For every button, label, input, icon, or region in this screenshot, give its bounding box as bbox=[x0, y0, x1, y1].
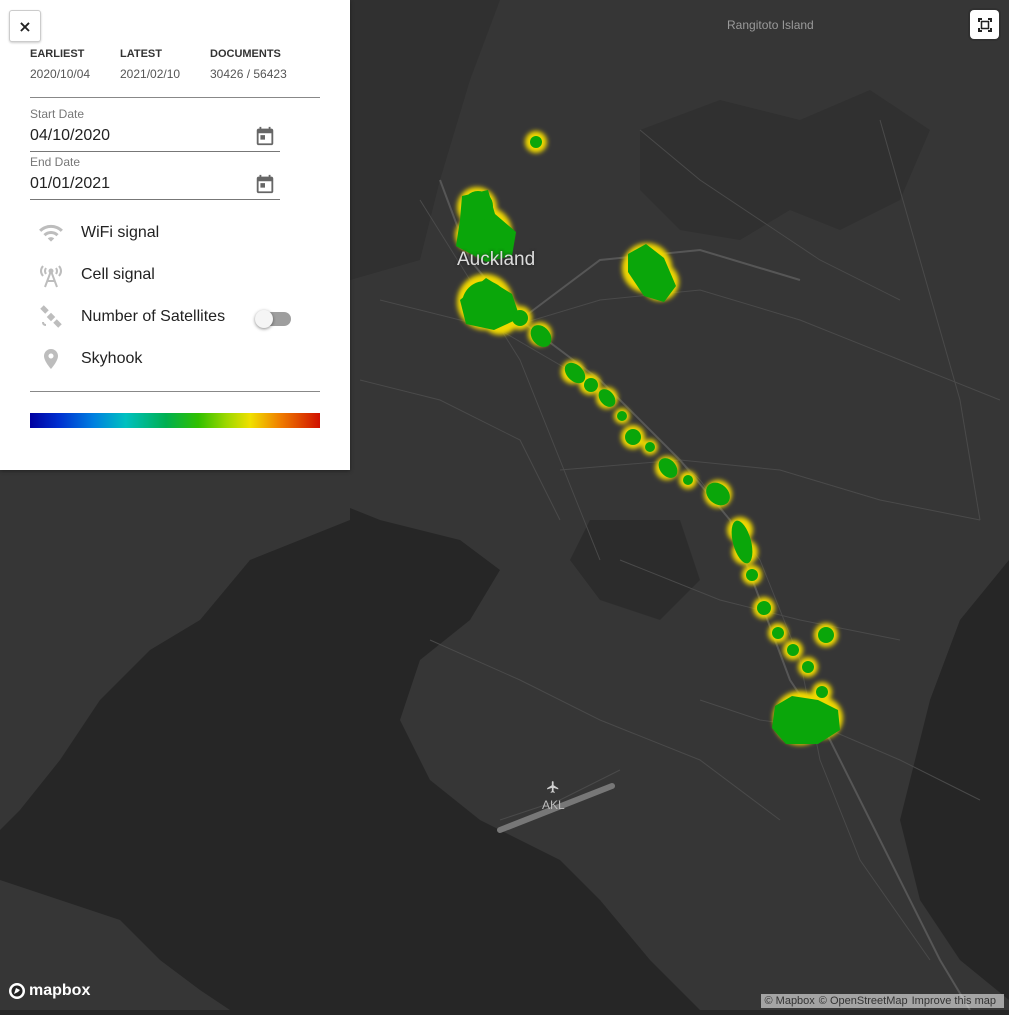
control-panel: × EARLIEST 2020/10/04 LATEST 2021/02/10 … bbox=[0, 0, 350, 470]
option-satellites-label: Number of Satellites bbox=[81, 308, 226, 325]
option-wifi[interactable]: WiFi signal bbox=[36, 218, 159, 248]
option-cell-label: Cell signal bbox=[81, 266, 155, 283]
toggle-thumb bbox=[255, 310, 273, 328]
option-skyhook-label: Skyhook bbox=[81, 350, 143, 367]
stat-documents: DOCUMENTS 30426 / 56423 bbox=[210, 48, 287, 81]
divider bbox=[30, 97, 320, 98]
heat-core bbox=[816, 686, 828, 698]
map-label-auckland: Auckland bbox=[457, 249, 536, 270]
start-date-input[interactable] bbox=[30, 127, 230, 145]
heat-core bbox=[617, 411, 627, 421]
heat-core bbox=[463, 191, 493, 221]
option-wifi-label: WiFi signal bbox=[81, 224, 160, 241]
heat-core bbox=[512, 310, 528, 326]
color-scale-legend bbox=[30, 413, 320, 428]
stat-earliest-value: 2020/10/04 bbox=[30, 67, 91, 81]
end-date-field: End Date bbox=[30, 155, 280, 200]
cell-tower-icon bbox=[40, 265, 62, 288]
divider bbox=[30, 391, 320, 392]
map-attribution: © Mapbox © OpenStreetMap Improve this map bbox=[760, 994, 1004, 1008]
satellites-toggle[interactable] bbox=[255, 310, 291, 328]
close-button[interactable]: × bbox=[9, 10, 41, 42]
map-label-airport: AKL bbox=[542, 798, 565, 812]
calendar-icon[interactable] bbox=[254, 125, 276, 147]
stat-earliest-label: EARLIEST bbox=[30, 48, 85, 60]
heat-core bbox=[645, 442, 655, 452]
option-cell[interactable]: Cell signal bbox=[36, 260, 155, 290]
heat-core bbox=[584, 378, 598, 392]
airport-icon bbox=[547, 781, 559, 793]
stat-documents-value: 30426 / 56423 bbox=[210, 67, 287, 81]
heat-core bbox=[683, 475, 693, 485]
heat-core bbox=[787, 644, 799, 656]
end-date-label: End Date bbox=[30, 155, 81, 169]
heat-core bbox=[625, 429, 641, 445]
heat-core bbox=[757, 601, 771, 615]
start-date-label: Start Date bbox=[30, 107, 85, 121]
map-label-rangitoto: Rangitoto Island bbox=[727, 18, 814, 32]
heat-core bbox=[530, 136, 542, 148]
option-skyhook[interactable]: Skyhook bbox=[36, 344, 142, 374]
mapbox-logo[interactable]: mapbox bbox=[8, 982, 90, 1000]
fullscreen-icon bbox=[977, 17, 992, 32]
stat-earliest: EARLIEST 2020/10/04 bbox=[30, 48, 90, 81]
stat-documents-label: DOCUMENTS bbox=[210, 48, 281, 60]
attribution-osm-link[interactable]: © OpenStreetMap bbox=[819, 995, 908, 1007]
attribution-improve-link[interactable]: Improve this map bbox=[912, 995, 996, 1007]
mapbox-logo-icon bbox=[9, 983, 25, 999]
option-satellites[interactable]: Number of Satellites bbox=[36, 302, 225, 332]
fullscreen-button[interactable] bbox=[970, 10, 999, 39]
start-date-field: Start Date bbox=[30, 107, 280, 152]
stat-latest: LATEST 2021/02/10 bbox=[120, 48, 180, 81]
end-date-input[interactable] bbox=[30, 175, 230, 193]
mapbox-logo-text: mapbox bbox=[29, 982, 91, 999]
heat-core bbox=[746, 569, 758, 581]
heat-core bbox=[802, 661, 814, 673]
heat-core bbox=[462, 281, 508, 327]
calendar-icon[interactable] bbox=[254, 173, 276, 195]
attribution-mapbox-link[interactable]: © Mapbox bbox=[765, 995, 815, 1007]
wifi-icon bbox=[39, 224, 63, 242]
stat-latest-label: LATEST bbox=[120, 48, 162, 60]
satellite-icon bbox=[40, 305, 62, 328]
heat-core bbox=[772, 627, 784, 639]
location-pin-icon bbox=[44, 349, 58, 369]
heat-core bbox=[818, 627, 834, 643]
stat-latest-value: 2021/02/10 bbox=[120, 67, 181, 81]
